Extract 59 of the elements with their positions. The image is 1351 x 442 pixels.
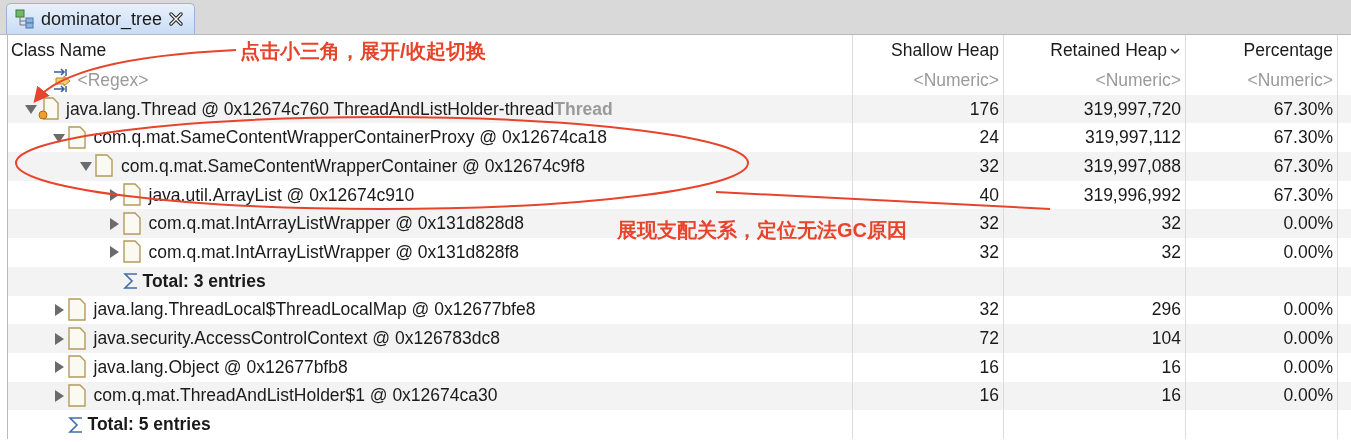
class-name[interactable]: com.q.mat.SameContentWrapperContainer @ 0x12674c9f8 xyxy=(121,155,585,177)
tree-icon xyxy=(15,9,35,29)
object-icon xyxy=(65,355,88,380)
class-name[interactable]: com.q.mat.IntArrayListWrapper @ 0x131d828d8 xyxy=(148,213,524,235)
percentage-value: 0.00% xyxy=(1283,356,1333,378)
retained-heap-value: 319,997,720 xyxy=(1083,98,1181,120)
object-icon xyxy=(120,240,143,265)
percentage-value: 67.30% xyxy=(1273,98,1333,120)
total-label: Total: 5 entries xyxy=(87,414,211,436)
percentage-value: 0.00% xyxy=(1283,241,1333,263)
sort-caret-icon[interactable] xyxy=(1169,46,1181,55)
retained-heap-value: 104 xyxy=(1151,328,1181,350)
shallow-heap-value: 32 xyxy=(979,213,999,235)
annotation-text: 展现支配关系，定位无法GC原因 xyxy=(617,218,907,243)
retained-heap-value: 319,997,112 xyxy=(1084,127,1181,149)
retained-heap-value: 32 xyxy=(1161,241,1181,263)
column-header[interactable]: Percentage xyxy=(1243,40,1333,61)
shallow-heap-value: 24 xyxy=(979,127,999,149)
percentage-value: 0.00% xyxy=(1283,385,1333,407)
object-icon xyxy=(65,297,88,322)
percentage-value: 67.30% xyxy=(1273,155,1333,177)
object-icon xyxy=(120,183,143,208)
percentage-value: 0.00% xyxy=(1283,299,1333,321)
column-header[interactable]: Class Name xyxy=(11,40,107,61)
object-icon xyxy=(65,125,88,150)
shallow-heap-value: 32 xyxy=(979,155,999,177)
class-name[interactable]: java.lang.Object @ 0x12677bfb8 xyxy=(93,356,348,378)
percentage-value: 67.30% xyxy=(1273,184,1333,206)
shallow-heap-value: 72 xyxy=(979,328,999,350)
class-name[interactable]: com.q.mat.SameContentWrapperContainerProxy @ 0x12674ca18 xyxy=(93,127,608,149)
column-header[interactable]: Shallow Heap xyxy=(891,40,999,61)
shallow-heap-value: 16 xyxy=(979,356,999,378)
class-name[interactable]: java.security.AccessControlContext @ 0x126783dc8 xyxy=(93,328,501,350)
class-name[interactable]: com.q.mat.ThreadAndListHolder$1 @ 0x12674ca30 xyxy=(93,385,498,407)
percentage-value: 0.00% xyxy=(1283,213,1333,235)
shallow-heap-value: 32 xyxy=(979,299,999,321)
close-icon[interactable] xyxy=(168,11,185,27)
sigma-icon xyxy=(122,271,139,292)
retained-heap-value: 319,997,088 xyxy=(1083,155,1181,177)
percentage-value: 0.00% xyxy=(1283,328,1333,350)
annotation-text: 点击小三角，展开/收起切换 xyxy=(240,39,486,64)
percentage-value: 67.30% xyxy=(1273,127,1333,149)
class-name[interactable]: java.util.ArrayList @ 0x12674c910 xyxy=(148,184,415,206)
class-name[interactable]: java.lang.Thread @ 0x12674c760 ThreadAndListHolder-threadThread xyxy=(66,98,613,120)
class-name[interactable]: java.lang.ThreadLocal$ThreadLocalMap @ 0x12677bfe8 xyxy=(93,299,536,321)
class-name[interactable]: com.q.mat.IntArrayListWrapper @ 0x131d828f8 xyxy=(148,241,520,263)
shallow-heap-value: 16 xyxy=(979,385,999,407)
column-header[interactable]: Retained Heap xyxy=(1050,40,1181,61)
total-label: Total: 3 entries xyxy=(142,270,266,292)
tab[interactable]: dominator_tree xyxy=(6,3,196,34)
retained-heap-value: 319,996,992 xyxy=(1083,184,1181,206)
retained-heap-value: 32 xyxy=(1161,213,1181,235)
sigma-icon xyxy=(67,414,84,435)
shallow-heap-value: 176 xyxy=(969,98,999,120)
retained-heap-value: 16 xyxy=(1161,356,1181,378)
shallow-heap-value: 40 xyxy=(979,184,999,206)
shallow-heap-value: 32 xyxy=(979,241,999,263)
retained-heap-value: 16 xyxy=(1161,385,1181,407)
retained-heap-value: 296 xyxy=(1151,299,1181,321)
